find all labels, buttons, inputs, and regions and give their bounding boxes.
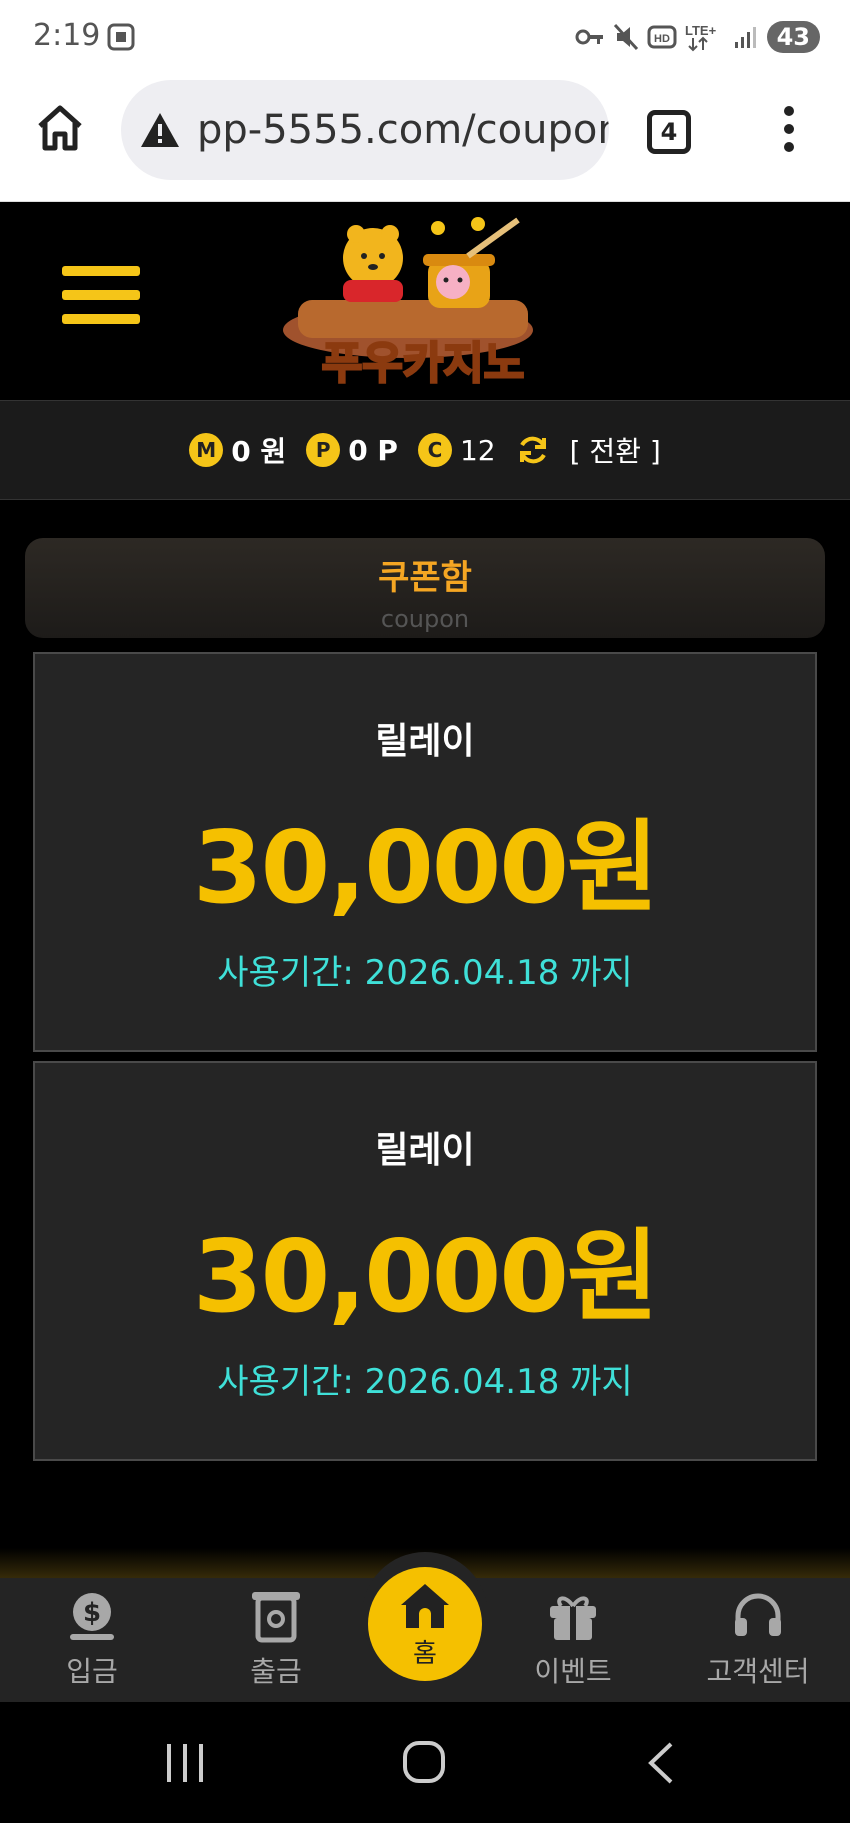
svg-text:LTE+: LTE+ [685,23,717,38]
lte-icon: LTE+ [685,23,717,52]
coupon-count: 12 [459,433,496,467]
back-icon[interactable] [645,1740,677,1786]
system-home-icon[interactable] [402,1740,446,1784]
nav-home[interactable]: 홈 [368,1567,482,1681]
clock: 2:19 [33,18,101,53]
nav-support[interactable]: 고객센터 [683,1588,833,1690]
logo-text: 푸우카지노 [322,338,524,389]
nav-event-label: 이벤트 [534,1655,612,1688]
convert-link[interactable]: [ 전환 ] [570,430,661,470]
money-balance: M 0 원 [189,430,286,470]
screenshot-icon [107,23,135,51]
hd-icon: HD [647,25,677,49]
status-bar: 2:19 HD LTE+ 43 [0,0,850,74]
point-value: 0 P [348,433,398,467]
coupon-period: 사용기간: 2026.04.18 까지 [217,1362,633,1402]
money-badge-icon: M [189,433,224,467]
coupon-card[interactable]: 릴레이 30,000원 사용기간: 2026.04.18 까지 [33,1061,817,1461]
more-menu-icon[interactable] [782,104,796,154]
headset-icon [735,1593,781,1636]
menu-bar-icon [62,314,140,324]
coupon-amount: 30,000원 [193,1218,659,1335]
recent-apps-icon[interactable] [163,1742,207,1784]
safe-icon [252,1592,300,1643]
svg-text:$: $ [83,1598,101,1628]
balance-bar: M 0 원 P 0 P C 12 [ 전환 ] [0,400,850,500]
svg-text:HD: HD [654,33,670,45]
money-value: 0 원 [231,435,287,468]
menu-button[interactable] [62,266,140,336]
nav-deposit-label: 입금 [66,1655,118,1688]
nav-deposit[interactable]: $ 입금 [17,1588,167,1690]
nav-withdraw[interactable]: 출금 [201,1588,351,1690]
battery-indicator: 43 [766,21,820,53]
coupon-box-header: 쿠폰함 coupon [25,538,825,638]
mute-icon [613,23,638,51]
menu-bar-icon [62,266,140,276]
coupon-name: 릴레이 [375,1130,475,1171]
coupon-badge-icon: C [417,433,452,467]
signal-icon [734,27,756,48]
nav-withdraw-label: 출금 [250,1655,302,1688]
gift-icon [550,1596,596,1640]
refresh-icon[interactable] [516,433,550,467]
coupon-balance: C 12 [417,433,496,467]
page-title: 쿠폰함 [378,558,472,598]
menu-bar-icon [62,290,140,300]
url-text: pp-5555.com/coupon [197,107,609,153]
browser-toolbar: pp-5555.com/coupon 4 [0,74,850,202]
system-nav-bar [0,1702,850,1823]
coupon-period: 사용기간: 2026.04.18 까지 [217,953,633,993]
point-badge-icon: P [306,433,341,467]
site-header: 푸우카지노 [0,202,850,400]
dollar-coin-icon: $ [70,1593,114,1640]
nav-home-label: 홈 [413,1639,437,1669]
nav-support-label: 고객센터 [706,1655,810,1688]
coupon-amount: 30,000원 [193,809,659,926]
page-subtitle: coupon [380,605,470,633]
nav-event[interactable]: 이벤트 [498,1588,648,1690]
browser-home-icon[interactable] [34,102,86,154]
tab-switcher-button[interactable]: 4 [647,110,691,154]
site-logo[interactable]: 푸우카지노 [278,210,568,390]
address-bar[interactable]: pp-5555.com/coupon [121,80,609,180]
coupon-card[interactable]: 릴레이 30,000원 사용기간: 2026.04.18 까지 [33,652,817,1052]
vpn-key-icon [575,29,603,45]
point-balance: P 0 P [306,433,398,467]
coupon-name: 릴레이 [375,721,475,762]
warning-icon[interactable] [139,110,181,150]
home-icon [401,1584,449,1628]
